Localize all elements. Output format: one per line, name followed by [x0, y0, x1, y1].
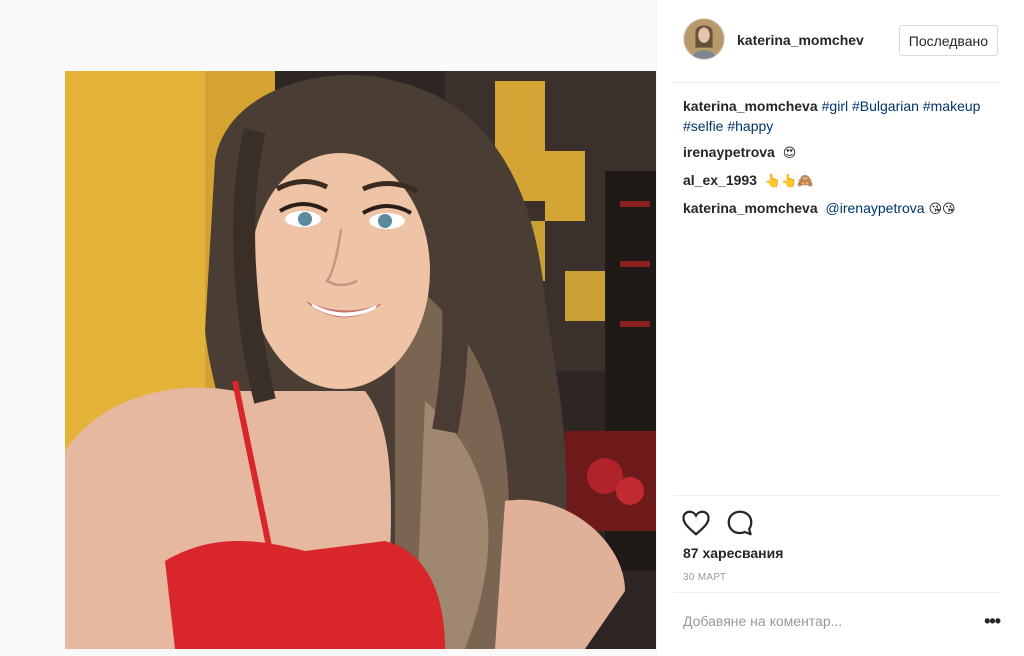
add-comment-section: •••	[673, 592, 1001, 652]
hashtag-link[interactable]: #makeup	[923, 98, 981, 114]
likes-count[interactable]: 87 харесвания	[683, 545, 783, 561]
comment-item: katerina_momcheva @irenaypetrova 😘😘	[683, 198, 1000, 220]
post-photo[interactable]	[65, 71, 656, 649]
caption-author[interactable]: katerina_momcheva	[683, 98, 818, 114]
following-button[interactable]: Последвано	[898, 25, 998, 56]
post-details-panel: katerina_momchev Последвано katerina_mom…	[656, 0, 1024, 656]
post-header: katerina_momchev Последвано	[673, 0, 1000, 83]
avatar[interactable]	[683, 18, 725, 60]
caption: katerina_momcheva #girl #Bulgarian #makeu…	[683, 96, 1000, 136]
comments-list: katerina_momcheva #girl #Bulgarian #makeu…	[683, 96, 1000, 226]
more-options-icon[interactable]: •••	[984, 611, 1001, 632]
hashtag-link[interactable]: #girl	[822, 98, 848, 114]
hashtag-link[interactable]: #happy	[727, 118, 773, 134]
comment-author[interactable]: katerina_momcheva	[683, 200, 818, 216]
comment-text: 👆👆🙈	[764, 174, 814, 189]
comment-item: al_ex_1993 👆👆🙈	[683, 170, 1000, 192]
selfie-image	[65, 71, 656, 649]
comment-author[interactable]: irenaypetrova	[683, 144, 775, 160]
post-date[interactable]: 30 МАРТ	[683, 572, 726, 583]
heart-icon[interactable]	[681, 508, 711, 538]
post-author-username[interactable]: katerina_momchev	[737, 32, 864, 48]
speech-bubble-icon[interactable]	[725, 508, 755, 538]
comment-author[interactable]: al_ex_1993	[683, 172, 757, 188]
comment-text: 😍	[782, 146, 797, 161]
post-actions: 87 харесвания 30 МАРТ •••	[673, 495, 1001, 655]
comment-text: 😘😘	[928, 202, 956, 217]
hashtag-link[interactable]: #Bulgarian	[852, 98, 919, 114]
comment-item: irenaypetrova 😍	[683, 142, 1000, 164]
mention-link[interactable]: @irenaypetrova	[826, 200, 925, 216]
comment-input[interactable]	[683, 607, 963, 635]
hashtag-link[interactable]: #selfie	[683, 118, 723, 134]
